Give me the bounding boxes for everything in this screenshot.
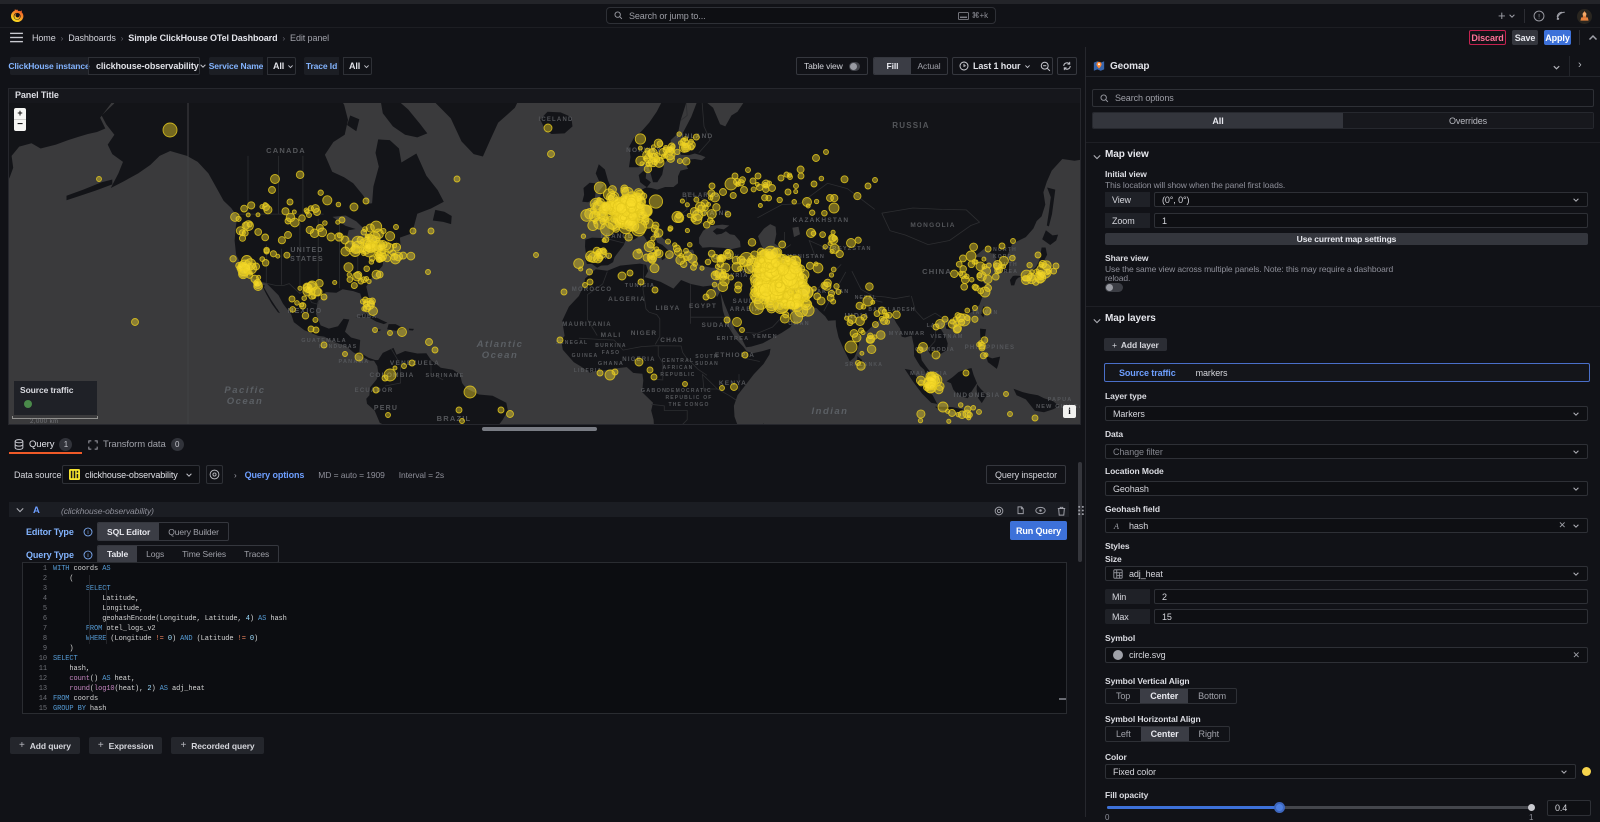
svg-text:BURKINA: BURKINA — [595, 343, 626, 349]
svg-text:FASO: FASO — [602, 350, 620, 356]
svg-text:UNITED: UNITED — [290, 247, 323, 254]
svg-text:KAZAKHSTAN: KAZAKHSTAN — [793, 217, 850, 224]
svg-text:STATES: STATES — [290, 256, 324, 263]
svg-text:CANADA: CANADA — [266, 146, 306, 155]
svg-text:SOUTH: SOUTH — [695, 354, 719, 360]
svg-text:LIBYA: LIBYA — [656, 305, 681, 312]
svg-text:THE CONGO: THE CONGO — [668, 402, 709, 408]
svg-text:REPUBLIC: REPUBLIC — [660, 372, 695, 378]
svg-text:!: ! — [1538, 13, 1540, 20]
svg-text:CHINA: CHINA — [922, 267, 952, 276]
svg-text:DEMOCRATIC: DEMOCRATIC — [666, 388, 712, 394]
svg-text:ICELAND: ICELAND — [538, 117, 573, 123]
svg-text:GUINEA: GUINEA — [572, 353, 599, 359]
svg-text:CHAD: CHAD — [660, 337, 684, 344]
svg-text:PERU: PERU — [374, 405, 398, 412]
svg-text:i: i — [87, 553, 88, 559]
svg-text:PHILIPPINES: PHILIPPINES — [965, 345, 1016, 351]
svg-text:MONGOLIA: MONGOLIA — [910, 222, 955, 229]
svg-text:ETHIOPIA: ETHIOPIA — [715, 352, 755, 359]
svg-text:ALGERIA: ALGERIA — [608, 296, 646, 303]
svg-text:Ocean: Ocean — [227, 396, 264, 407]
svg-text:REPUBLIC OF: REPUBLIC OF — [665, 395, 712, 401]
svg-text:MALI: MALI — [601, 332, 622, 339]
svg-text:i: i — [87, 530, 88, 536]
svg-text:CENTRAL: CENTRAL — [662, 358, 694, 364]
svg-text:RUSSIA: RUSSIA — [892, 121, 929, 130]
svg-text:PANAMA: PANAMA — [339, 359, 370, 365]
svg-text:GHANA: GHANA — [598, 361, 624, 367]
svg-text:MAURITANIA: MAURITANIA — [562, 322, 612, 328]
svg-text:Ocean: Ocean — [482, 350, 519, 361]
svg-text:ERITREA: ERITREA — [717, 336, 750, 342]
svg-text:VIETNAM: VIETNAM — [930, 334, 963, 340]
svg-text:BRAZIL: BRAZIL — [437, 414, 472, 423]
svg-text:NIGER: NIGER — [631, 330, 658, 337]
svg-text:PAPUA: PAPUA — [1048, 397, 1073, 403]
svg-text:Indian: Indian — [812, 406, 849, 417]
svg-text:EGYPT: EGYPT — [689, 303, 717, 310]
svg-text:NORTH: NORTH — [993, 247, 1017, 253]
svg-text:Atlantic: Atlantic — [476, 339, 524, 350]
svg-text:SURINAME: SURINAME — [426, 373, 465, 379]
svg-text:GABON: GABON — [641, 388, 667, 394]
svg-text:AFRICAN: AFRICAN — [663, 365, 694, 371]
svg-text:MOROCCO: MOROCCO — [572, 287, 612, 293]
svg-text:YEMEN: YEMEN — [752, 334, 778, 340]
svg-text:Pacific: Pacific — [224, 385, 265, 396]
svg-text:MYANMAR: MYANMAR — [889, 331, 926, 337]
svg-text:INDONESIA: INDONESIA — [954, 392, 1001, 399]
svg-text:SUDAN: SUDAN — [695, 361, 719, 367]
svg-text:A: A — [1113, 522, 1120, 530]
